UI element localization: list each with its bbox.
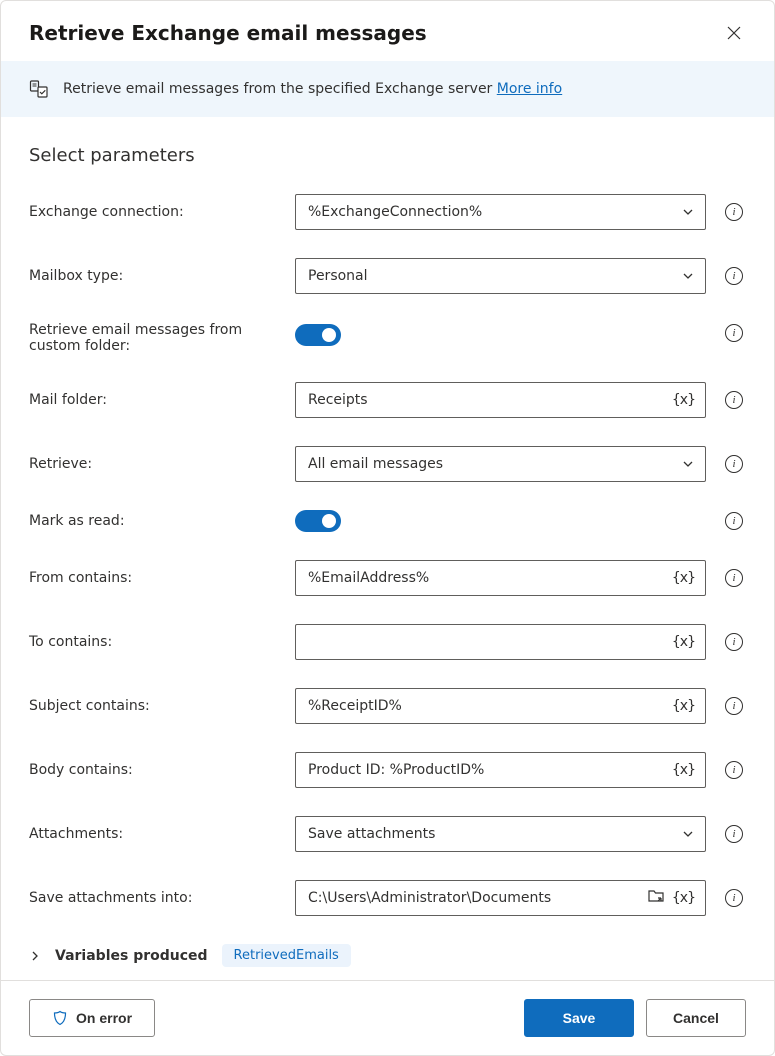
variable-badge[interactable]: RetrievedEmails xyxy=(222,944,351,967)
mail-folder-input[interactable]: Receipts {x} xyxy=(295,382,706,418)
row-subject-contains: Subject contains: %ReceiptID% {x} i xyxy=(29,688,746,724)
info-icon[interactable]: i xyxy=(725,391,743,409)
cancel-label: Cancel xyxy=(673,1010,719,1026)
row-attachments: Attachments: Save attachments i xyxy=(29,816,746,852)
info-icon[interactable]: i xyxy=(725,761,743,779)
info-icon[interactable]: i xyxy=(725,324,743,342)
on-error-button[interactable]: On error xyxy=(29,999,155,1037)
chevron-right-icon xyxy=(29,950,41,962)
info-text: Retrieve email messages from the specifi… xyxy=(63,81,562,97)
close-button[interactable] xyxy=(722,21,746,45)
more-info-link[interactable]: More info xyxy=(497,81,562,97)
label-save-into: Save attachments into: xyxy=(29,890,279,906)
row-exchange-connection: Exchange connection: %ExchangeConnection… xyxy=(29,194,746,230)
retrieve-dropdown[interactable]: All email messages xyxy=(295,446,706,482)
on-error-label: On error xyxy=(76,1010,132,1026)
row-body-contains: Body contains: Product ID: %ProductID% {… xyxy=(29,752,746,788)
from-contains-value: %EmailAddress% xyxy=(308,570,429,586)
to-contains-input[interactable]: {x} xyxy=(295,624,706,660)
exchange-connection-value: %ExchangeConnection% xyxy=(308,204,482,220)
variable-picker-icon[interactable]: {x} xyxy=(672,698,695,714)
body-contains-input[interactable]: Product ID: %ProductID% {x} xyxy=(295,752,706,788)
variables-produced-label: Variables produced xyxy=(55,948,208,964)
label-mailbox-type: Mailbox type: xyxy=(29,268,279,284)
mailbox-type-value: Personal xyxy=(308,268,368,284)
action-icon xyxy=(29,79,49,99)
variable-picker-icon[interactable]: {x} xyxy=(672,634,695,650)
info-icon[interactable]: i xyxy=(725,569,743,587)
cancel-button[interactable]: Cancel xyxy=(646,999,746,1037)
retrieve-value: All email messages xyxy=(308,456,443,472)
mail-folder-value: Receipts xyxy=(308,392,368,408)
info-icon[interactable]: i xyxy=(725,203,743,221)
variables-produced[interactable]: Variables produced RetrievedEmails xyxy=(29,944,746,967)
row-to-contains: To contains: {x} i xyxy=(29,624,746,660)
save-into-input[interactable]: C:\Users\Administrator\Documents {x} xyxy=(295,880,706,916)
dialog: Retrieve Exchange email messages Retriev… xyxy=(0,0,775,1056)
info-icon[interactable]: i xyxy=(725,889,743,907)
label-mark-as-read: Mark as read: xyxy=(29,513,279,529)
save-label: Save xyxy=(563,1010,596,1026)
row-from-contains: From contains: %EmailAddress% {x} i xyxy=(29,560,746,596)
variable-picker-icon[interactable]: {x} xyxy=(672,890,695,906)
chevron-down-icon xyxy=(681,827,695,841)
close-icon xyxy=(726,25,742,41)
chevron-down-icon xyxy=(681,269,695,283)
label-body-contains: Body contains: xyxy=(29,762,279,778)
shield-icon xyxy=(52,1010,68,1026)
info-bar: Retrieve email messages from the specifi… xyxy=(1,61,774,117)
info-icon[interactable]: i xyxy=(725,697,743,715)
mailbox-type-dropdown[interactable]: Personal xyxy=(295,258,706,294)
dialog-header: Retrieve Exchange email messages xyxy=(1,1,774,61)
from-contains-input[interactable]: %EmailAddress% {x} xyxy=(295,560,706,596)
label-exchange-connection: Exchange connection: xyxy=(29,204,279,220)
subject-contains-value: %ReceiptID% xyxy=(308,698,402,714)
info-icon[interactable]: i xyxy=(725,825,743,843)
info-icon[interactable]: i xyxy=(725,267,743,285)
attachments-value: Save attachments xyxy=(308,826,435,842)
label-attachments: Attachments: xyxy=(29,826,279,842)
chevron-down-icon xyxy=(681,205,695,219)
info-icon[interactable]: i xyxy=(725,633,743,651)
dialog-footer: On error Save Cancel xyxy=(1,980,774,1055)
exchange-connection-dropdown[interactable]: %ExchangeConnection% xyxy=(295,194,706,230)
row-mark-as-read: Mark as read: i xyxy=(29,510,746,532)
save-button[interactable]: Save xyxy=(524,999,634,1037)
row-retrieve: Retrieve: All email messages i xyxy=(29,446,746,482)
row-save-into: Save attachments into: C:\Users\Administ… xyxy=(29,880,746,916)
body-contains-value: Product ID: %ProductID% xyxy=(308,762,484,778)
dialog-title: Retrieve Exchange email messages xyxy=(29,21,427,45)
info-text-content: Retrieve email messages from the specifi… xyxy=(63,81,497,97)
row-mail-folder: Mail folder: Receipts {x} i xyxy=(29,382,746,418)
label-mail-folder: Mail folder: xyxy=(29,392,279,408)
subject-contains-input[interactable]: %ReceiptID% {x} xyxy=(295,688,706,724)
section-title: Select parameters xyxy=(29,145,746,166)
variable-picker-icon[interactable]: {x} xyxy=(672,570,695,586)
variable-picker-icon[interactable]: {x} xyxy=(672,392,695,408)
info-icon[interactable]: i xyxy=(725,512,743,530)
mark-as-read-toggle[interactable] xyxy=(295,510,341,532)
label-from-contains: From contains: xyxy=(29,570,279,586)
info-icon[interactable]: i xyxy=(725,455,743,473)
save-into-value: C:\Users\Administrator\Documents xyxy=(308,890,551,906)
variable-picker-icon[interactable]: {x} xyxy=(672,762,695,778)
dialog-body: Select parameters Exchange connection: %… xyxy=(1,117,774,980)
row-custom-folder: Retrieve email messages from custom fold… xyxy=(29,322,746,354)
chevron-down-icon xyxy=(681,457,695,471)
folder-browse-icon[interactable] xyxy=(647,887,665,909)
label-subject-contains: Subject contains: xyxy=(29,698,279,714)
label-retrieve: Retrieve: xyxy=(29,456,279,472)
custom-folder-toggle[interactable] xyxy=(295,324,341,346)
label-custom-folder: Retrieve email messages from custom fold… xyxy=(29,322,279,354)
label-to-contains: To contains: xyxy=(29,634,279,650)
row-mailbox-type: Mailbox type: Personal i xyxy=(29,258,746,294)
attachments-dropdown[interactable]: Save attachments xyxy=(295,816,706,852)
